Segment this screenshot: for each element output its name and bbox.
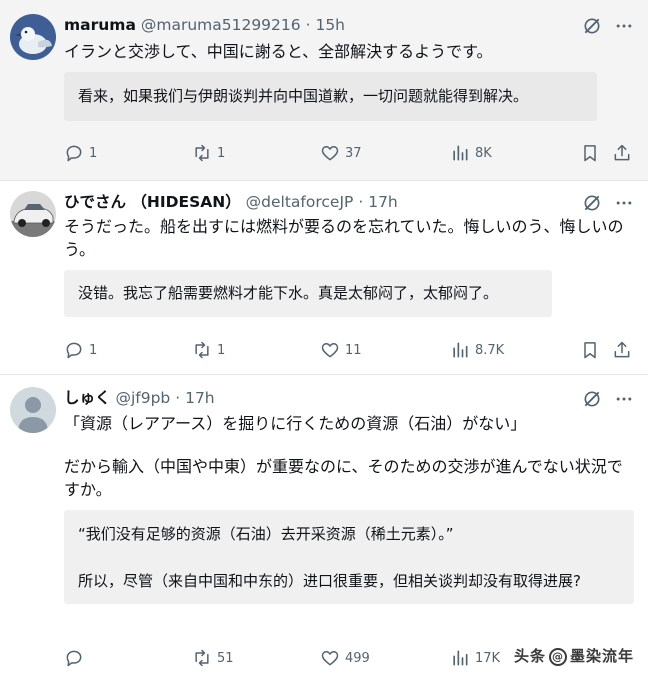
default-avatar-icon xyxy=(10,387,56,433)
tweet-text-line: イランと交渉して、中国に謝ると、全部解決するようです。 xyxy=(64,42,493,61)
avatar[interactable] xyxy=(10,387,56,433)
reply-button[interactable]: 1 xyxy=(64,339,97,361)
translation-text: 所以，尽管（来自中国和中东的）进口很重要，但相关谈判却没有取得进展? xyxy=(78,572,581,590)
heart-icon xyxy=(321,146,339,161)
like-count: 37 xyxy=(345,145,362,161)
action-bar: 1 1 37 8K xyxy=(0,142,648,164)
share-icon xyxy=(614,144,630,161)
grok-icon[interactable] xyxy=(582,389,602,409)
tweet-header: maruma @maruma51299216 · 15h xyxy=(64,14,345,36)
tweet-text-line: だから輸入（中国や中東）が重要なのに、そのための交渉が進んでない状況ですか。 xyxy=(64,457,623,499)
watermark: 头条 @ 墨染流年 xyxy=(514,645,634,666)
avatar-image xyxy=(10,14,56,60)
grok-icon[interactable] xyxy=(582,16,602,36)
reply-count: 1 xyxy=(89,342,98,358)
reply-count: 1 xyxy=(89,145,98,161)
repost-button[interactable]: 51 xyxy=(192,647,234,669)
user-handle[interactable]: @deltaforceJP xyxy=(246,193,354,211)
tweet-text: そうだった。船を出すには燃料が要るのを忘れていた。悔しいのう、悔しいのう。 xyxy=(64,215,630,261)
more-icon[interactable] xyxy=(614,193,634,213)
repost-button[interactable]: 1 xyxy=(192,339,225,361)
views-button[interactable]: 17K xyxy=(450,647,500,669)
reply-button[interactable] xyxy=(64,647,89,669)
repost-count: 1 xyxy=(217,342,226,358)
repost-icon xyxy=(195,649,209,667)
share-button[interactable] xyxy=(612,142,632,164)
bookmark-icon xyxy=(584,145,596,162)
timestamp[interactable]: 17h xyxy=(185,389,215,407)
translation-text: 没错。我忘了船需要燃料才能下水。真是太郁闷了，太郁闷了。 xyxy=(78,284,499,302)
tweet-header: しゅく @jf9pb · 17h xyxy=(64,387,215,409)
translation-box: 没错。我忘了船需要燃料才能下水。真是太郁闷了，太郁闷了。 xyxy=(64,270,552,317)
views-icon xyxy=(453,145,468,161)
user-handle[interactable]: @maruma51299216 xyxy=(141,16,301,34)
bookmark-icon xyxy=(584,342,596,359)
views-button[interactable]: 8K xyxy=(450,142,492,164)
display-name[interactable]: ひでさん （HIDESAN） xyxy=(64,193,241,211)
reply-icon xyxy=(66,342,82,359)
repost-count: 51 xyxy=(217,650,234,666)
like-count: 11 xyxy=(345,342,362,358)
avatar[interactable] xyxy=(10,14,56,60)
tweet-text-line: そうだった。船を出すには燃料が要るのを忘れていた。悔しいのう、悔しいのう。 xyxy=(64,217,624,259)
tweet-header: ひでさん （HIDESAN） @deltaforceJP · 17h xyxy=(64,191,398,213)
more-icon[interactable] xyxy=(614,389,634,409)
reply-button[interactable]: 1 xyxy=(64,142,97,164)
tweet-3[interactable]: しゅく @jf9pb · 17h 「資源（レアアース）を掘りに行くための資源（石… xyxy=(0,375,648,680)
translation-text: 看来，如果我们与伊朗谈判并向中国道歉，一切问题就能得到解决。 xyxy=(78,87,529,105)
tweet-text: 「資源（レアアース）を掘りに行くための資源（石油）がない」 だから輸入（中国や中… xyxy=(64,412,630,501)
heart-icon xyxy=(321,651,339,666)
tweet-2[interactable]: ひでさん （HIDESAN） @deltaforceJP · 17h そうだった… xyxy=(0,181,648,374)
separator-dot: · xyxy=(305,16,311,34)
like-button[interactable]: 499 xyxy=(320,647,370,669)
tweet-text: イランと交渉して、中国に謝ると、全部解決するようです。 xyxy=(64,40,630,63)
separator-dot: · xyxy=(358,193,364,211)
reply-icon xyxy=(66,145,82,162)
watermark-author: 墨染流年 xyxy=(570,647,635,665)
repost-count: 1 xyxy=(217,145,226,161)
view-count: 8K xyxy=(475,145,492,161)
separator-dot: · xyxy=(175,389,181,407)
tweet-text-line: 「資源（レアアース）を掘りに行くための資源（石油）がない」 xyxy=(64,414,527,433)
like-button[interactable]: 11 xyxy=(320,339,362,361)
action-bar: 1 1 11 8.7K xyxy=(0,339,648,361)
translation-box: 看来，如果我们与伊朗谈判并向中国道歉，一切问题就能得到解决。 xyxy=(64,72,597,121)
share-icon xyxy=(614,341,630,358)
translation-text: “我们没有足够的资源（石油）去开采资源（稀土元素）。” xyxy=(78,525,454,543)
watermark-prefix: 头条 xyxy=(514,647,547,665)
view-count: 17K xyxy=(475,650,501,666)
more-icon[interactable] xyxy=(614,16,634,36)
views-icon xyxy=(453,342,468,358)
tweet-1[interactable]: maruma @maruma51299216 · 15h イランと交渉して、中国… xyxy=(0,0,648,180)
watermark-at-symbol: @ xyxy=(549,647,568,666)
avatar[interactable] xyxy=(10,191,56,237)
like-button[interactable]: 37 xyxy=(320,142,362,164)
like-count: 499 xyxy=(345,650,370,666)
grok-icon[interactable] xyxy=(582,193,602,213)
display-name[interactable]: maruma xyxy=(64,16,136,34)
timestamp[interactable]: 17h xyxy=(368,193,398,211)
view-count: 8.7K xyxy=(475,342,505,358)
bookmark-button[interactable] xyxy=(580,142,600,164)
display-name[interactable]: しゅく xyxy=(64,389,111,407)
views-icon xyxy=(453,650,468,666)
repost-icon xyxy=(195,144,209,162)
reply-icon xyxy=(66,650,82,667)
avatar-image xyxy=(10,191,56,237)
timestamp[interactable]: 15h xyxy=(315,16,345,34)
share-button[interactable] xyxy=(612,339,632,361)
bookmark-button[interactable] xyxy=(580,339,600,361)
translation-box: “我们没有足够的资源（石油）去开采资源（稀土元素）。” 所以，尽管（来自中国和中… xyxy=(64,510,634,604)
repost-button[interactable]: 1 xyxy=(192,142,225,164)
user-handle[interactable]: @jf9pb xyxy=(115,389,170,407)
repost-icon xyxy=(195,341,209,359)
heart-icon xyxy=(321,343,339,358)
views-button[interactable]: 8.7K xyxy=(450,339,504,361)
